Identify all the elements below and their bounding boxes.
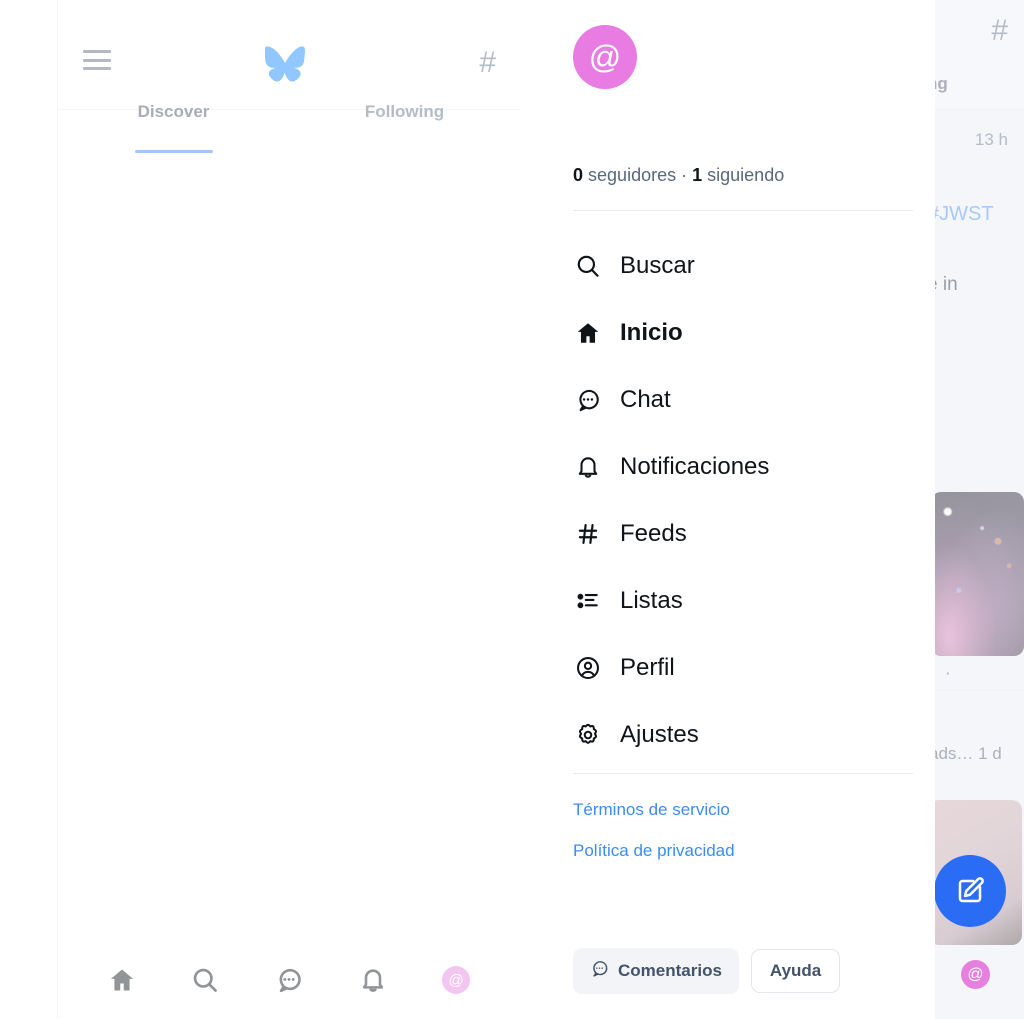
tab-following[interactable]: Following	[289, 100, 520, 145]
hamburger-bar	[83, 58, 111, 62]
drawer-item-listas[interactable]: Listas	[557, 567, 935, 634]
hash-icon[interactable]: #	[991, 16, 1008, 46]
following-label[interactable]: siguiendo	[707, 165, 784, 185]
avatar: @	[442, 966, 471, 994]
bottom-navigation-bar: @	[58, 941, 520, 1019]
drawer-item-label: Notificaciones	[620, 452, 770, 480]
feed-tabs: Discover Following	[58, 100, 520, 153]
hash-icon[interactable]: #	[479, 48, 496, 78]
followers-label[interactable]: seguidores	[588, 165, 676, 185]
drawer-item-label: Ajustes	[620, 720, 699, 748]
avatar-initial: @	[448, 971, 464, 989]
drawer-item-ajustes[interactable]: Ajustes	[557, 701, 935, 768]
feed-column-header: #	[935, 0, 1024, 110]
drawer-item-notificaciones[interactable]: Notificaciones	[557, 433, 935, 500]
drawer-item-feeds[interactable]: Feeds	[557, 500, 935, 567]
post-image-space[interactable]	[935, 492, 1024, 656]
hamburger-bar	[83, 67, 111, 70]
gear-icon	[573, 720, 603, 750]
post-meta-fragment: ads… 1 d	[935, 744, 1002, 763]
drawer-item-buscar[interactable]: Buscar	[557, 232, 935, 299]
search-icon	[194, 968, 218, 992]
feedback-button[interactable]: Comentarios	[573, 948, 739, 994]
list-icon	[573, 586, 603, 616]
butterfly-icon	[264, 46, 305, 82]
tab-label: Following	[364, 102, 445, 121]
drawer-item-label: Buscar	[620, 251, 695, 279]
bell-icon	[362, 969, 383, 992]
drawer-divider-bottom	[573, 773, 913, 774]
tab-active-underline	[134, 150, 213, 153]
drawer-follow-stats: 0 seguidores · 1 siguiendo	[573, 165, 784, 186]
main-column: # Discover Following @	[57, 0, 520, 1019]
compose-icon	[958, 877, 984, 903]
drawer-item-label: Chat	[620, 385, 671, 413]
drawer-content: @ 0 seguidores · 1 siguiendo Buscar Inic…	[557, 0, 935, 1019]
navigation-drawer: @ 0 seguidores · 1 siguiendo Buscar Inic…	[557, 0, 935, 1019]
drawer-divider-top	[573, 210, 913, 211]
drawer-item-chat[interactable]: Chat	[557, 366, 935, 433]
stats-separator: ·	[681, 165, 688, 185]
hash-icon	[573, 519, 603, 549]
drawer-item-label: Inicio	[620, 318, 683, 346]
app-root: # ng 13 h #JWST e in · · ads… 1 d @	[0, 0, 1024, 1019]
following-count[interactable]: 1	[692, 165, 702, 185]
chat-bubble-icon	[590, 959, 609, 983]
post-hashtag[interactable]: #JWST	[935, 203, 994, 226]
bell-icon	[573, 452, 603, 482]
hamburger-icon[interactable]	[83, 50, 111, 70]
post-action-dots: · ·	[935, 663, 953, 684]
main-header: #	[58, 0, 520, 110]
user-circle-icon	[573, 653, 603, 683]
help-button[interactable]: Ayuda	[750, 949, 841, 993]
nav-profile-button[interactable]: @	[433, 957, 479, 1003]
avatar-initial: @	[967, 965, 984, 983]
nav-search-button[interactable]	[182, 957, 228, 1003]
post-timestamp: 13 h	[974, 130, 1008, 149]
drawer-menu: Buscar Inicio Chat Notificaciones Feeds …	[557, 232, 935, 768]
compose-button[interactable]	[934, 855, 1006, 927]
drawer-footer: Comentarios Ayuda	[573, 948, 841, 994]
nav-home-button[interactable]	[99, 957, 145, 1003]
privacy-policy-link[interactable]: Política de privacidad	[573, 841, 735, 861]
chat-icon	[573, 385, 603, 415]
feed-user-avatar[interactable]: @	[961, 960, 990, 989]
tab-discover[interactable]: Discover	[58, 100, 289, 153]
feed-tab-label-fragment[interactable]: ng	[935, 74, 948, 94]
terms-of-service-link[interactable]: Términos de servicio	[573, 800, 735, 820]
feed-divider	[935, 690, 1024, 691]
drawer-item-label: Feeds	[620, 519, 687, 547]
drawer-user-avatar[interactable]: @	[573, 25, 637, 89]
home-icon	[573, 318, 603, 348]
feedback-button-label: Comentarios	[618, 961, 722, 980]
help-button-label: Ayuda	[769, 961, 822, 980]
search-icon	[573, 251, 603, 281]
drawer-legal-links: Términos de servicio Política de privaci…	[573, 800, 735, 882]
nav-chat-button[interactable]	[266, 957, 312, 1003]
drawer-item-label: Perfil	[620, 653, 675, 681]
drawer-item-inicio[interactable]: Inicio	[557, 299, 935, 366]
followers-count[interactable]: 0	[573, 165, 583, 185]
tab-label: Discover	[137, 102, 210, 121]
home-icon	[110, 969, 133, 991]
avatar-initial: @	[588, 39, 622, 75]
post-body-fragment: e in	[935, 274, 958, 295]
hamburger-bar	[83, 50, 111, 53]
chat-icon	[279, 968, 301, 993]
drawer-item-perfil[interactable]: Perfil	[557, 634, 935, 701]
drawer-item-label: Listas	[620, 586, 683, 614]
nav-notifications-button[interactable]	[350, 957, 396, 1003]
bluesky-butterfly-logo[interactable]	[264, 46, 305, 87]
